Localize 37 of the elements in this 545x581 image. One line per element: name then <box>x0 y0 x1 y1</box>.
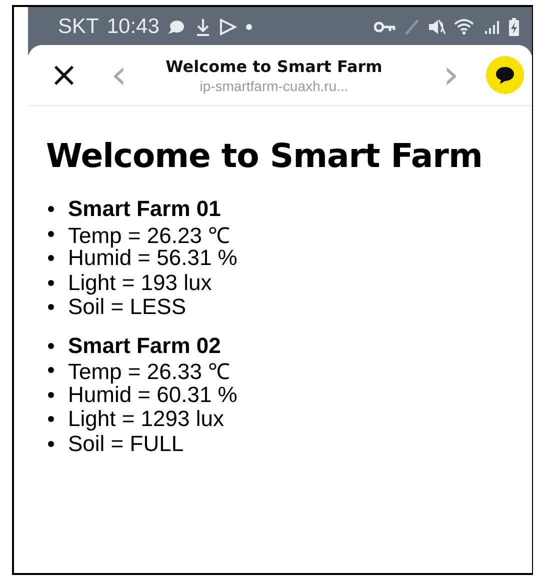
page-heading: Welcome to Smart Farm <box>46 136 484 175</box>
play-store-icon <box>219 18 238 36</box>
forward-button[interactable]: › <box>436 55 466 95</box>
bullet-icon <box>48 304 54 310</box>
sensor-reading: Light = 193 lux <box>68 270 212 296</box>
bullet-icon <box>48 392 54 398</box>
sensor-reading: Temp = 26.33 ℃ <box>68 358 230 386</box>
bullet-icon <box>48 367 54 374</box>
carrier-label: SKT <box>58 15 99 39</box>
sensor-reading: Soil = LESS <box>68 294 186 320</box>
chat-button[interactable] <box>486 56 524 94</box>
signal-icon <box>484 18 500 36</box>
url-label: ip-smartfarm-cuaxh.ru... <box>200 78 348 94</box>
pencil-icon <box>404 18 420 36</box>
close-button[interactable]: × <box>46 58 82 92</box>
back-button[interactable]: ‹ <box>104 55 134 95</box>
page-title: Welcome to Smart Farm <box>166 56 382 76</box>
farm-name: Smart Farm 02 <box>68 332 221 359</box>
dot-icon <box>245 23 254 31</box>
wifi-icon <box>454 18 476 36</box>
sensor-reading: Temp = 26.23 ℃ <box>68 222 230 249</box>
mute-icon <box>428 18 446 36</box>
sensor-reading: Light = 1293 lux <box>68 406 224 432</box>
speech-bubble-icon <box>494 65 516 85</box>
bullet-icon <box>48 440 54 447</box>
download-icon <box>195 17 212 37</box>
bullet-icon <box>48 230 54 237</box>
clock-label: 10:43 <box>106 15 160 39</box>
bullet-icon <box>48 416 54 422</box>
sensor-reading: Soil = FULL <box>68 430 184 457</box>
battery-icon <box>508 17 520 37</box>
bullet-icon <box>48 342 54 349</box>
bullet-icon <box>48 280 54 286</box>
key-icon <box>374 20 396 34</box>
bullet-icon <box>48 206 54 212</box>
farm-name: Smart Farm 01 <box>68 196 221 222</box>
bullet-icon <box>48 255 54 262</box>
